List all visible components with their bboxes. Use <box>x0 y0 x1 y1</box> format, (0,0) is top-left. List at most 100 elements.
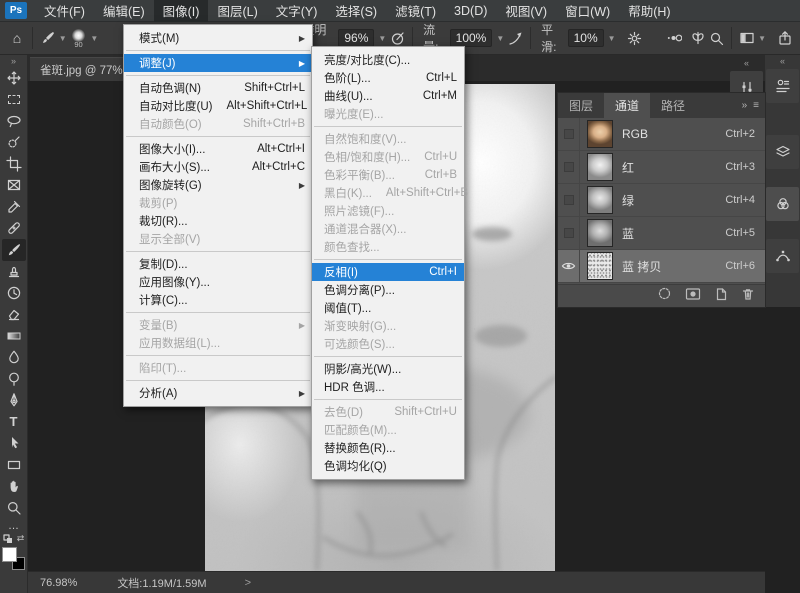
foreground-color-swatch[interactable] <box>2 547 17 562</box>
menu-item-mode[interactable]: 模式(M)▶ <box>124 29 312 47</box>
channel-row-green[interactable]: 绿Ctrl+4 <box>558 184 765 217</box>
delete-channel-trash-icon[interactable] <box>741 287 755 306</box>
panel-tab-paths[interactable]: 路径 <box>650 93 696 118</box>
brush-size-preview[interactable]: 90 <box>69 27 89 49</box>
collapse-panels-icon[interactable]: « <box>730 57 763 70</box>
search-icon[interactable] <box>707 28 725 48</box>
load-selection-icon[interactable] <box>657 286 672 306</box>
new-channel-icon[interactable] <box>714 287 728 306</box>
rectangle-tool[interactable] <box>2 454 26 476</box>
submenu-item-curves[interactable]: 曲线(U)...Ctrl+M <box>312 87 464 105</box>
zoom-tool[interactable] <box>2 497 26 519</box>
path-selection-tool[interactable] <box>2 433 26 455</box>
chevron-down-icon[interactable]: ▼ <box>378 34 386 43</box>
paths-panel-icon[interactable] <box>766 239 799 273</box>
swap-colors-icon[interactable]: ⇄ <box>17 533 25 544</box>
menu-item-auto-tone[interactable]: 自动色调(N)Shift+Ctrl+L <box>124 79 312 97</box>
opacity-value[interactable]: 96% <box>338 29 374 47</box>
chevron-down-icon[interactable]: ▼ <box>758 34 766 43</box>
frame-tool[interactable] <box>2 175 26 197</box>
chevron-down-icon[interactable]: ▼ <box>59 34 67 43</box>
share-icon[interactable] <box>776 28 794 48</box>
visibility-toggle[interactable] <box>558 118 580 151</box>
channel-row-red[interactable]: 红Ctrl+3 <box>558 151 765 184</box>
menubar-item-3d[interactable]: 3D(D) <box>445 0 496 22</box>
history-brush-tool[interactable] <box>2 282 26 304</box>
collapse-toolbar-icon[interactable]: » <box>11 55 16 67</box>
brush-tool[interactable] <box>2 239 26 261</box>
submenu-item-invert[interactable]: 反相(I)Ctrl+I <box>312 263 464 281</box>
submenu-item-shadows-highlights[interactable]: 阴影/高光(W)... <box>312 360 464 378</box>
menubar-item-select[interactable]: 选择(S) <box>326 0 386 22</box>
menubar-item-file[interactable]: 文件(F) <box>35 0 94 22</box>
channel-row-blue-copy[interactable]: 蓝 拷贝Ctrl+6 <box>558 250 765 283</box>
home-icon[interactable]: ⌂ <box>8 28 26 48</box>
double-arrow-icon[interactable]: » <box>742 100 748 111</box>
channel-row-blue[interactable]: 蓝Ctrl+5 <box>558 217 765 250</box>
hand-tool[interactable] <box>2 476 26 498</box>
size-pressure-icon[interactable] <box>666 28 684 48</box>
chevron-down-icon[interactable]: ▼ <box>608 34 616 43</box>
menu-item-analysis[interactable]: 分析(A)▶ <box>124 384 312 402</box>
submenu-item-posterize[interactable]: 色调分离(P)... <box>312 281 464 299</box>
menubar-item-type[interactable]: 文字(Y) <box>267 0 327 22</box>
menu-item-duplicate[interactable]: 复制(D)... <box>124 255 312 273</box>
opacity-pressure-icon[interactable] <box>388 28 406 48</box>
menu-item-calculations[interactable]: 计算(C)... <box>124 291 312 309</box>
blur-tool[interactable] <box>2 347 26 369</box>
visibility-toggle[interactable] <box>558 217 580 250</box>
type-tool[interactable]: T <box>2 411 26 433</box>
default-colors-icon[interactable] <box>3 534 13 544</box>
panel-tab-layers[interactable]: 图层 <box>558 93 604 118</box>
submenu-item-equalize[interactable]: 色调均化(Q) <box>312 457 464 475</box>
workspace-panel-icon[interactable] <box>738 28 756 48</box>
save-selection-as-channel-icon[interactable] <box>685 287 701 306</box>
visibility-toggle[interactable] <box>558 151 580 184</box>
menubar-item-help[interactable]: 帮助(H) <box>619 0 679 22</box>
menubar-item-image[interactable]: 图像(I) <box>154 0 209 22</box>
move-tool[interactable] <box>2 67 26 89</box>
eraser-tool[interactable] <box>2 304 26 326</box>
smoothing-value[interactable]: 10% <box>568 29 604 47</box>
eyedropper-tool[interactable] <box>2 196 26 218</box>
menubar-item-filter[interactable]: 滤镜(T) <box>386 0 445 22</box>
smoothing-options-gear-icon[interactable] <box>626 28 644 48</box>
submenu-item-replace-color[interactable]: 替换颜色(R)... <box>312 439 464 457</box>
edit-toolbar-ellipsis-icon[interactable]: … <box>2 519 26 533</box>
spot-healing-brush-tool[interactable] <box>2 218 26 240</box>
menubar-item-layer[interactable]: 图层(L) <box>208 0 266 22</box>
menubar-item-view[interactable]: 视图(V) <box>496 0 556 22</box>
libraries-panel-icon[interactable] <box>766 69 799 103</box>
flow-value[interactable]: 100% <box>450 29 493 47</box>
panel-menu-icon[interactable]: ≡ <box>753 100 759 111</box>
brush-tool-preset-icon[interactable] <box>39 28 57 48</box>
panel-tab-channels[interactable]: 通道 <box>604 93 650 118</box>
menu-item-image-rotation[interactable]: 图像旋转(G)▶ <box>124 176 312 194</box>
chevron-down-icon[interactable]: ▼ <box>90 34 98 43</box>
clone-stamp-tool[interactable] <box>2 261 26 283</box>
menu-item-adjustments[interactable]: 调整(J)▶ <box>124 54 312 72</box>
paint-symmetry-butterfly-icon[interactable] <box>689 28 707 48</box>
rectangular-marquee-tool[interactable] <box>2 89 26 111</box>
menubar-item-window[interactable]: 窗口(W) <box>556 0 619 22</box>
gradient-tool[interactable] <box>2 325 26 347</box>
visibility-eye-icon[interactable] <box>558 250 580 283</box>
submenu-item-hdr-toning[interactable]: HDR 色调... <box>312 378 464 396</box>
menu-item-apply-image[interactable]: 应用图像(Y)... <box>124 273 312 291</box>
color-swatches[interactable] <box>2 547 26 571</box>
status-options-chevron-icon[interactable]: > <box>245 577 251 589</box>
layers-panel-icon[interactable] <box>766 135 799 169</box>
lasso-tool[interactable] <box>2 110 26 132</box>
dodge-tool[interactable] <box>2 368 26 390</box>
menu-item-auto-contrast[interactable]: 自动对比度(U)Alt+Shift+Ctrl+L <box>124 97 312 115</box>
pen-tool[interactable] <box>2 390 26 412</box>
menu-item-trim[interactable]: 裁切(R)... <box>124 212 312 230</box>
visibility-toggle[interactable] <box>558 184 580 217</box>
crop-tool[interactable] <box>2 153 26 175</box>
channel-row-rgb[interactable]: RGBCtrl+2 <box>558 118 765 151</box>
airbrush-icon[interactable] <box>506 28 524 48</box>
collapse-panels-icon[interactable]: « <box>765 55 800 68</box>
menu-item-image-size[interactable]: 图像大小(I)...Alt+Ctrl+I <box>124 140 312 158</box>
menubar-item-edit[interactable]: 编辑(E) <box>94 0 154 22</box>
status-zoom-level[interactable]: 76.98% <box>40 577 77 589</box>
